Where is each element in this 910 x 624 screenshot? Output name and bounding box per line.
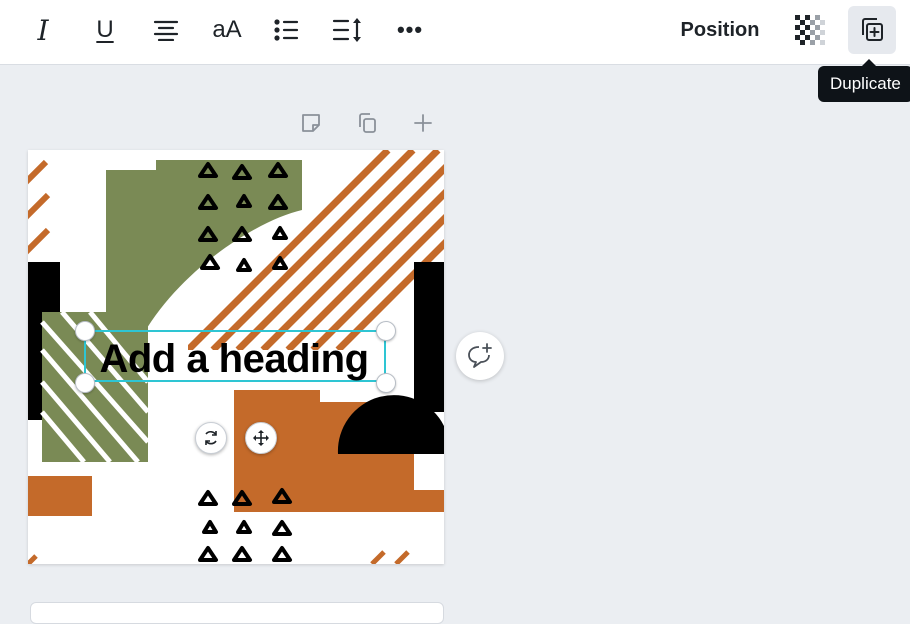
add-note-button[interactable] — [296, 108, 326, 138]
resize-handle-top-right[interactable] — [376, 321, 396, 341]
duplicate-icon — [862, 18, 883, 41]
italic-button[interactable]: I — [28, 10, 58, 50]
rotate-icon — [205, 430, 217, 445]
bullet-list-icon — [274, 19, 299, 41]
resize-handle-bottom-left[interactable] — [75, 373, 95, 393]
underline-icon: U — [96, 16, 114, 43]
design-canvas[interactable]: Add a heading — [28, 150, 444, 564]
duplicate-button[interactable] — [848, 6, 896, 54]
duplicate-tooltip: Duplicate — [818, 59, 910, 102]
text-toolbar: I U aA ••• Position — [0, 0, 910, 65]
line-spacing-icon — [332, 18, 361, 42]
heading-text[interactable]: Add a heading — [82, 332, 386, 386]
more-button[interactable]: ••• — [390, 10, 430, 50]
list-button[interactable] — [268, 10, 304, 50]
note-icon — [302, 114, 320, 132]
rotate-button[interactable] — [195, 422, 227, 454]
transparency-icon — [795, 15, 825, 45]
add-page-button[interactable] — [408, 108, 438, 138]
underline-button[interactable]: U — [90, 10, 120, 50]
transparency-button[interactable] — [788, 10, 832, 50]
more-icon: ••• — [396, 17, 424, 42]
add-comment-icon — [468, 343, 492, 368]
move-button[interactable] — [245, 422, 277, 454]
copy-page-icon — [359, 113, 376, 133]
letter-case-icon: aA — [212, 16, 242, 43]
next-page-thumbnail[interactable] — [30, 602, 444, 624]
align-button[interactable] — [148, 10, 184, 50]
letter-case-button[interactable]: aA — [204, 10, 250, 50]
spacing-button[interactable] — [328, 10, 368, 50]
align-center-icon — [153, 20, 179, 41]
duplicate-page-button[interactable] — [352, 108, 382, 138]
move-icon — [253, 430, 269, 446]
resize-handle-bottom-right[interactable] — [376, 373, 396, 393]
italic-icon: I — [37, 13, 49, 47]
add-page-icon — [414, 114, 432, 132]
add-comment-button[interactable] — [456, 332, 504, 380]
resize-handle-top-left[interactable] — [75, 321, 95, 341]
position-button[interactable]: Position — [670, 10, 770, 50]
